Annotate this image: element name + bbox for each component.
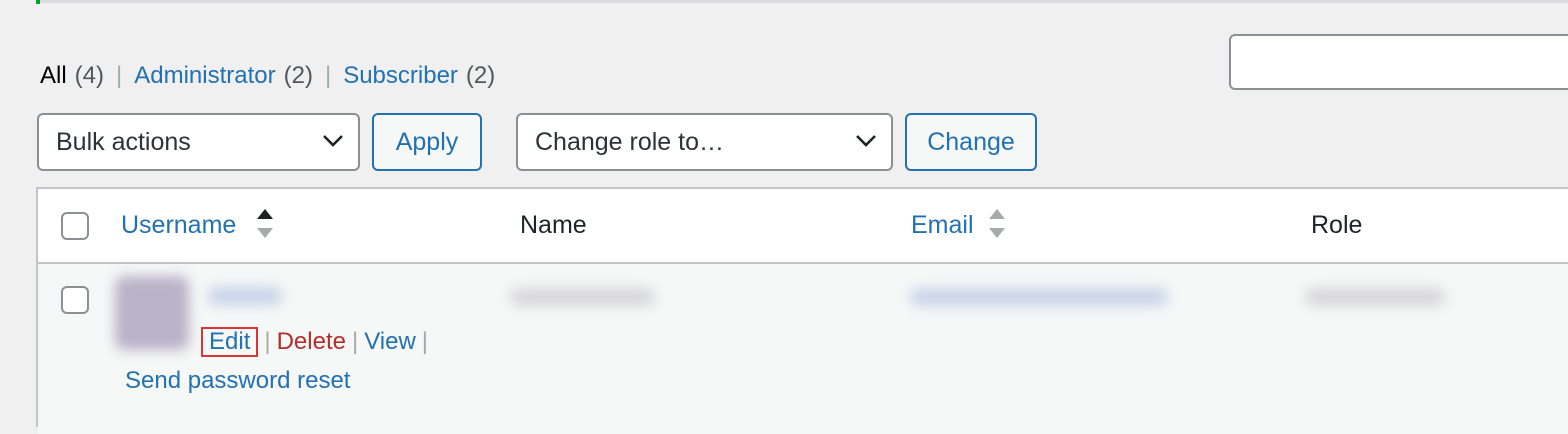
row-select-checkbox[interactable]: [61, 286, 89, 314]
column-header-username[interactable]: Username: [121, 211, 236, 240]
filter-administrator-count: (2): [283, 62, 313, 89]
username-link-redacted[interactable]: [208, 287, 282, 305]
filter-subscriber-link[interactable]: Subscriber: [343, 62, 458, 90]
row-action-separator: |: [421, 328, 429, 355]
change-role-button[interactable]: Change: [905, 113, 1037, 171]
name-redacted: [510, 288, 655, 306]
search-users-input[interactable]: [1229, 34, 1568, 90]
email-link-redacted[interactable]: [910, 288, 1168, 306]
edit-user-link[interactable]: Edit: [201, 327, 259, 357]
bulk-actions-select[interactable]: Bulk actions: [37, 113, 360, 171]
column-header-role: Role: [1311, 211, 1363, 239]
chevron-down-icon: [323, 135, 343, 147]
avatar: [115, 276, 189, 350]
notice-accent: [36, 0, 40, 4]
row-action-separator: |: [264, 328, 271, 355]
filter-separator: |: [324, 62, 332, 89]
filter-subscriber-count: (2): [465, 62, 496, 89]
column-header-email[interactable]: Email: [911, 211, 974, 240]
change-role-selected: Change role to…: [535, 127, 725, 156]
filter-all-count: (4): [74, 62, 105, 89]
delete-user-link[interactable]: Delete: [277, 328, 346, 356]
row-actions: Edit | Delete | View |: [201, 327, 434, 357]
filter-all-link[interactable]: All: [40, 62, 67, 90]
column-header-name: Name: [520, 211, 587, 239]
filter-separator: |: [116, 62, 123, 89]
view-user-link[interactable]: View: [364, 328, 416, 356]
change-role-select[interactable]: Change role to…: [516, 113, 893, 171]
chevron-down-icon: [856, 135, 876, 147]
send-password-reset-link[interactable]: Send password reset: [125, 367, 350, 395]
role-redacted: [1305, 288, 1445, 306]
sort-ascending-icon[interactable]: [256, 209, 274, 239]
select-all-checkbox[interactable]: [61, 212, 89, 240]
row-action-separator: |: [351, 328, 359, 355]
bulk-actions-selected: Bulk actions: [56, 127, 191, 156]
top-notice-border: [36, 0, 1568, 3]
apply-button[interactable]: Apply: [372, 113, 482, 171]
sort-icon[interactable]: [988, 209, 1006, 239]
filter-administrator-link[interactable]: Administrator: [134, 62, 275, 90]
role-filter-links: All (4) | Administrator (2) | Subscriber…: [40, 62, 495, 90]
